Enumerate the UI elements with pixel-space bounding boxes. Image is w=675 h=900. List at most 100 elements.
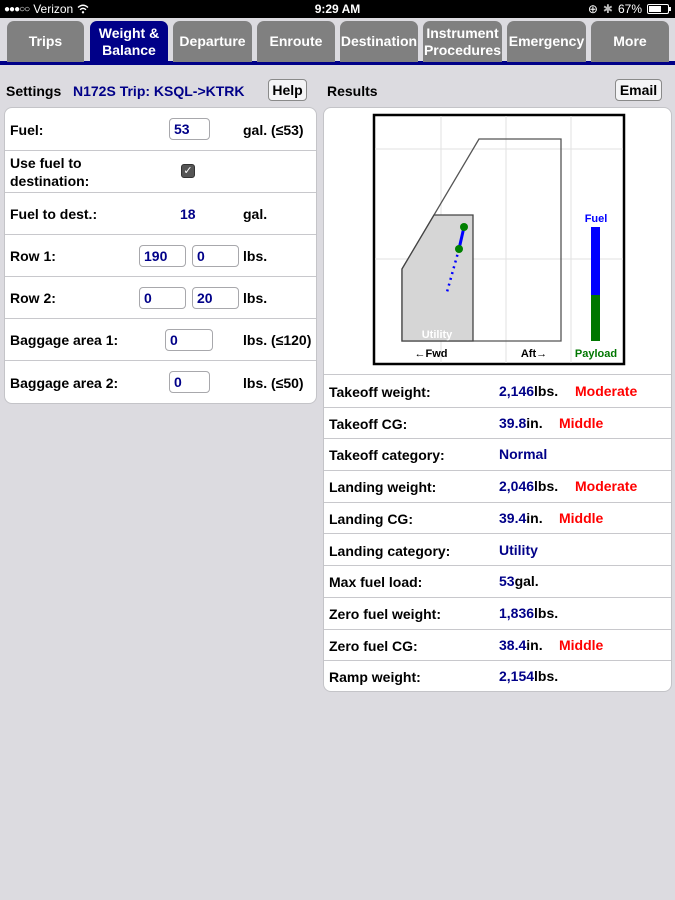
- results-panel: Utility ←Fwd Aft→ Fuel Payload Takeoff w…: [323, 107, 672, 692]
- baggage2-input[interactable]: [169, 371, 210, 393]
- tab-bar: Trips Weight & Balance Departure Enroute…: [0, 18, 675, 65]
- result-number: 2,154: [499, 668, 535, 685]
- row2-left-seat-input[interactable]: [139, 287, 186, 309]
- result-row: Zero fuel CG: 38.4in. Middle: [324, 630, 671, 662]
- result-number: 2,046: [499, 478, 535, 495]
- row1-label: Row 1:: [10, 248, 56, 264]
- result-status: Middle: [559, 509, 604, 526]
- tab-enroute[interactable]: Enroute: [257, 21, 335, 62]
- result-number: 1,836: [499, 604, 535, 621]
- result-number: 39.8: [499, 414, 527, 431]
- result-value: 38.4in.: [499, 637, 543, 653]
- result-value: 53gal.: [499, 573, 539, 589]
- tab-more[interactable]: More: [591, 21, 669, 62]
- result-number: 39.4: [499, 509, 527, 526]
- result-row: Takeoff weight: 2,146lbs. Moderate: [324, 376, 671, 408]
- row2-row: Row 2: lbs.: [5, 277, 316, 319]
- result-label: Takeoff weight:: [329, 384, 431, 400]
- tab-destination[interactable]: Destination: [340, 21, 418, 62]
- tab-emergency[interactable]: Emergency: [507, 21, 586, 62]
- takeoff-cg-point: [460, 223, 468, 231]
- fuel-to-dest-row: Fuel to dest.: 18 gal.: [5, 193, 316, 235]
- settings-heading: Settings: [6, 83, 62, 99]
- result-row: Landing CG: 39.4in. Middle: [324, 503, 671, 535]
- help-button[interactable]: Help: [268, 79, 307, 101]
- fuel-input[interactable]: [169, 118, 210, 140]
- fuel-bar-label: Fuel: [585, 213, 608, 225]
- baggage1-input[interactable]: [165, 329, 213, 351]
- fwd-label: ←Fwd: [415, 348, 448, 360]
- result-label: Max fuel load:: [329, 574, 423, 591]
- aft-label: Aft→: [521, 348, 547, 360]
- fuel-bar: [591, 227, 600, 295]
- result-number: 53: [499, 573, 515, 590]
- result-label: Zero fuel weight:: [329, 605, 441, 622]
- result-row: Ramp weight: 2,154lbs.: [324, 661, 671, 691]
- fuel-unit: gal. (≤53): [243, 122, 304, 138]
- baggage1-row: Baggage area 1: lbs. (≤120): [5, 319, 316, 361]
- result-row: Zero fuel weight: 1,836lbs.: [324, 598, 671, 630]
- result-label: Landing CG:: [329, 510, 413, 527]
- fuel-to-dest-label: Fuel to dest.:: [10, 206, 98, 222]
- result-unit: lbs.: [534, 668, 559, 685]
- result-row: Takeoff CG: 39.8in. Middle: [324, 408, 671, 440]
- result-value: 2,146lbs.: [499, 383, 558, 399]
- result-value: 39.4in.: [499, 510, 543, 526]
- use-fuel-to-destination-row: Use fuel to destination: ✓: [5, 151, 316, 193]
- bluetooth-icon: ✱: [602, 2, 613, 16]
- result-row: Landing weight: 2,046lbs. Moderate: [324, 471, 671, 503]
- result-row: Takeoff category: Normal: [324, 439, 671, 472]
- trip-title: N172S Trip: KSQL->KTRK: [73, 83, 245, 99]
- result-unit: gal.: [514, 573, 539, 590]
- result-value: 2,154lbs.: [499, 668, 558, 684]
- result-label: Ramp weight:: [329, 669, 421, 686]
- battery-percent: 67%: [617, 2, 642, 16]
- result-label: Takeoff CG:: [329, 415, 408, 432]
- row2-unit: lbs.: [243, 290, 268, 306]
- results-heading: Results: [327, 83, 378, 99]
- settings-panel: Fuel: gal. (≤53) Use fuel to destination…: [4, 107, 317, 404]
- result-number: Normal: [499, 446, 548, 463]
- result-value: Normal: [499, 446, 547, 462]
- result-status: Moderate: [575, 478, 638, 495]
- utility-label: Utility: [422, 329, 453, 341]
- tab-trips[interactable]: Trips: [7, 21, 84, 62]
- row2-label: Row 2:: [10, 290, 56, 306]
- row1-unit: lbs.: [243, 248, 268, 264]
- tab-instrument-procedures[interactable]: Instrument Procedures: [423, 21, 502, 62]
- baggage2-label: Baggage area 2:: [10, 375, 119, 391]
- baggage2-row: Baggage area 2: lbs. (≤50): [5, 361, 316, 403]
- clock: 9:29 AM: [314, 2, 361, 16]
- result-unit: lbs.: [534, 383, 559, 399]
- row1-row: Row 1: lbs.: [5, 235, 316, 277]
- fuel-label: Fuel:: [10, 122, 44, 138]
- battery-icon: [647, 4, 671, 14]
- result-value: 39.8in.: [499, 415, 543, 431]
- use-fuel-label-line2: destination:: [10, 173, 90, 189]
- result-unit: lbs.: [534, 478, 559, 495]
- tab-weight-balance[interactable]: Weight & Balance: [90, 21, 168, 62]
- result-unit: in.: [526, 509, 543, 526]
- result-status: Moderate: [575, 383, 638, 399]
- result-label: Landing weight:: [329, 479, 437, 496]
- email-button[interactable]: Email: [615, 79, 662, 101]
- result-number: 2,146: [499, 383, 535, 399]
- battery-fill: [649, 6, 661, 12]
- result-value: 1,836lbs.: [499, 605, 558, 621]
- result-status: Middle: [559, 636, 604, 653]
- cg-envelope-chart: Utility ←Fwd Aft→ Fuel Payload: [324, 108, 671, 375]
- fuel-to-dest-value: 18: [180, 206, 196, 222]
- use-fuel-label-line1: Use fuel to: [10, 155, 82, 171]
- result-status: Middle: [559, 414, 604, 431]
- row2-right-seat-input[interactable]: [192, 287, 239, 309]
- status-bar: ●●●○○ Verizon 9:29 AM ⊕ ✱ 67%: [0, 0, 675, 18]
- result-row: Max fuel load: 53gal.: [324, 566, 671, 598]
- tab-departure[interactable]: Departure: [173, 21, 252, 62]
- use-fuel-to-destination-checkbox[interactable]: ✓: [181, 164, 195, 178]
- result-label: Takeoff category:: [329, 447, 445, 464]
- baggage2-unit: lbs. (≤50): [243, 375, 304, 391]
- row1-right-seat-input[interactable]: [192, 245, 239, 267]
- result-unit: in.: [526, 414, 543, 431]
- row1-left-seat-input[interactable]: [139, 245, 186, 267]
- result-label: Zero fuel CG:: [329, 637, 418, 654]
